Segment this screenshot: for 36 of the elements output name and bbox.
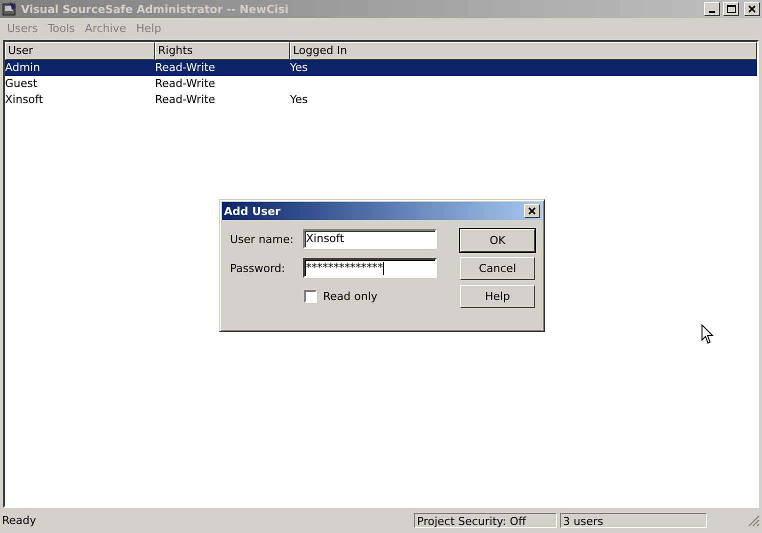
- close-icon: [747, 4, 757, 14]
- window-title: Visual SourceSafe Administrator -- NewCisi: [21, 2, 290, 16]
- column-header[interactable]: User: [5, 42, 155, 60]
- table-cell-text: Read-Write: [155, 92, 216, 108]
- column-header[interactable]: Rights: [155, 42, 290, 60]
- column-header[interactable]: Logged In: [290, 42, 757, 60]
- app-icon: [2, 1, 18, 17]
- table-cell-text: Yes: [290, 92, 309, 108]
- mouse-pointer-icon: [701, 324, 714, 345]
- dialog-button[interactable]: OK: [460, 229, 535, 252]
- field-label: Password:: [230, 262, 286, 274]
- user-row[interactable]: Admin Read-Write Yes: [5, 60, 757, 76]
- status-pane: 3 users: [560, 513, 707, 528]
- user-row[interactable]: Guest Read-Write: [5, 76, 757, 92]
- table-cell-text: Admin: [5, 60, 42, 76]
- table-cell-text: Yes: [290, 60, 309, 76]
- checkbox[interactable]: [304, 290, 317, 303]
- maximize-icon: [726, 4, 736, 14]
- dialog-title: Add User: [224, 204, 282, 218]
- table-cell-text: Guest: [5, 76, 38, 92]
- field-label: User name:: [230, 232, 294, 246]
- resize-grip-icon[interactable]: [748, 514, 760, 526]
- input-field[interactable]: **************: [303, 258, 437, 278]
- dialog-button[interactable]: Cancel: [460, 257, 535, 280]
- checkbox-label: Read only: [323, 290, 378, 303]
- dialog-button[interactable]: Help: [460, 285, 535, 308]
- table-cell-text: Xinsoft: [5, 92, 44, 108]
- user-row[interactable]: Xinsoft Read-Write Yes: [5, 92, 757, 108]
- close-button[interactable]: [524, 204, 540, 218]
- table-cell-text: Read-Write: [155, 76, 216, 92]
- table-cell-text: Read-Write: [155, 60, 216, 76]
- status-pane: Project Security: Off: [414, 513, 557, 528]
- status-message: Ready: [2, 514, 38, 527]
- close-icon: [527, 206, 537, 216]
- minimize-icon: [709, 11, 715, 13]
- input-field[interactable]: Xinsoft: [303, 229, 437, 249]
